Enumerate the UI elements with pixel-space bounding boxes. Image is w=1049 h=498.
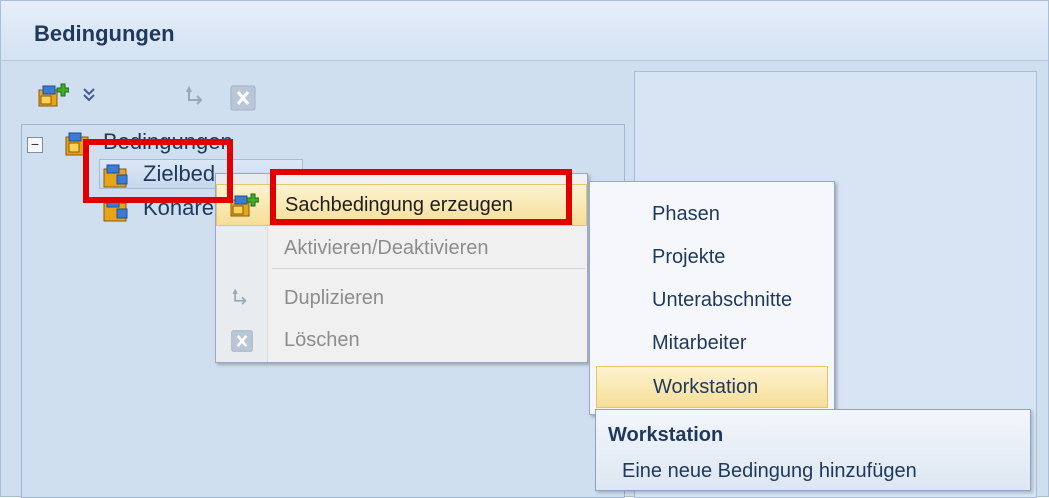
submenu-item-label: Mitarbeiter [652,332,747,354]
add-condition-icon[interactable] [37,82,70,108]
conditions-window: Bedingungen − Bedingungen Zielbed Kohäre… [0,0,1049,498]
submenu-item-label: Workstation [653,376,759,398]
submenu-item-mitarbeiter[interactable]: Mitarbeiter [596,323,828,365]
menu-item-label: Duplizieren [284,287,385,309]
double-chevron-down-icon[interactable] [81,86,97,112]
duplicate-icon [230,287,254,316]
menu-separator [272,268,585,269]
submenu-item-label: Unterabschnitte [652,289,793,311]
delete-icon[interactable] [229,84,257,111]
submenu-item-workstation[interactable]: Workstation [596,366,828,408]
submenu-item-label: Phasen [652,203,720,225]
menu-item-duplicate[interactable]: Duplizieren [216,278,587,320]
title-bar: Bedingungen [1,1,1048,61]
tooltip-title: Workstation [608,424,724,446]
submenu-create-condition: Phasen Projekte Unterabschnitte Mitarbei… [589,181,835,415]
submenu-item-label: Projekte [652,246,726,268]
highlight-box-menu-item [270,169,572,225]
submenu-item-phasen[interactable]: Phasen [596,194,828,236]
menu-item-delete[interactable]: Löschen [216,320,587,362]
submenu-item-projekte[interactable]: Projekte [596,237,828,279]
collapse-toggle-icon[interactable]: − [27,137,43,153]
highlight-box-tree-item [83,139,233,203]
tooltip-body: Eine neue Bedingung hinzufügen [622,460,917,482]
tooltip: Workstation Eine neue Bedingung hinzufüg… [595,409,1031,491]
menu-item-label: Aktivieren/Deaktivieren [284,237,489,259]
duplicate-icon[interactable] [183,84,211,110]
menu-item-activate-deactivate[interactable]: Aktivieren/Deaktivieren [216,228,587,270]
add-condition-icon [229,192,260,225]
submenu-item-unterabschnitte[interactable]: Unterabschnitte [596,280,828,322]
menu-item-label: Löschen [284,329,360,351]
window-title: Bedingungen [34,21,175,46]
delete-icon [230,329,254,358]
